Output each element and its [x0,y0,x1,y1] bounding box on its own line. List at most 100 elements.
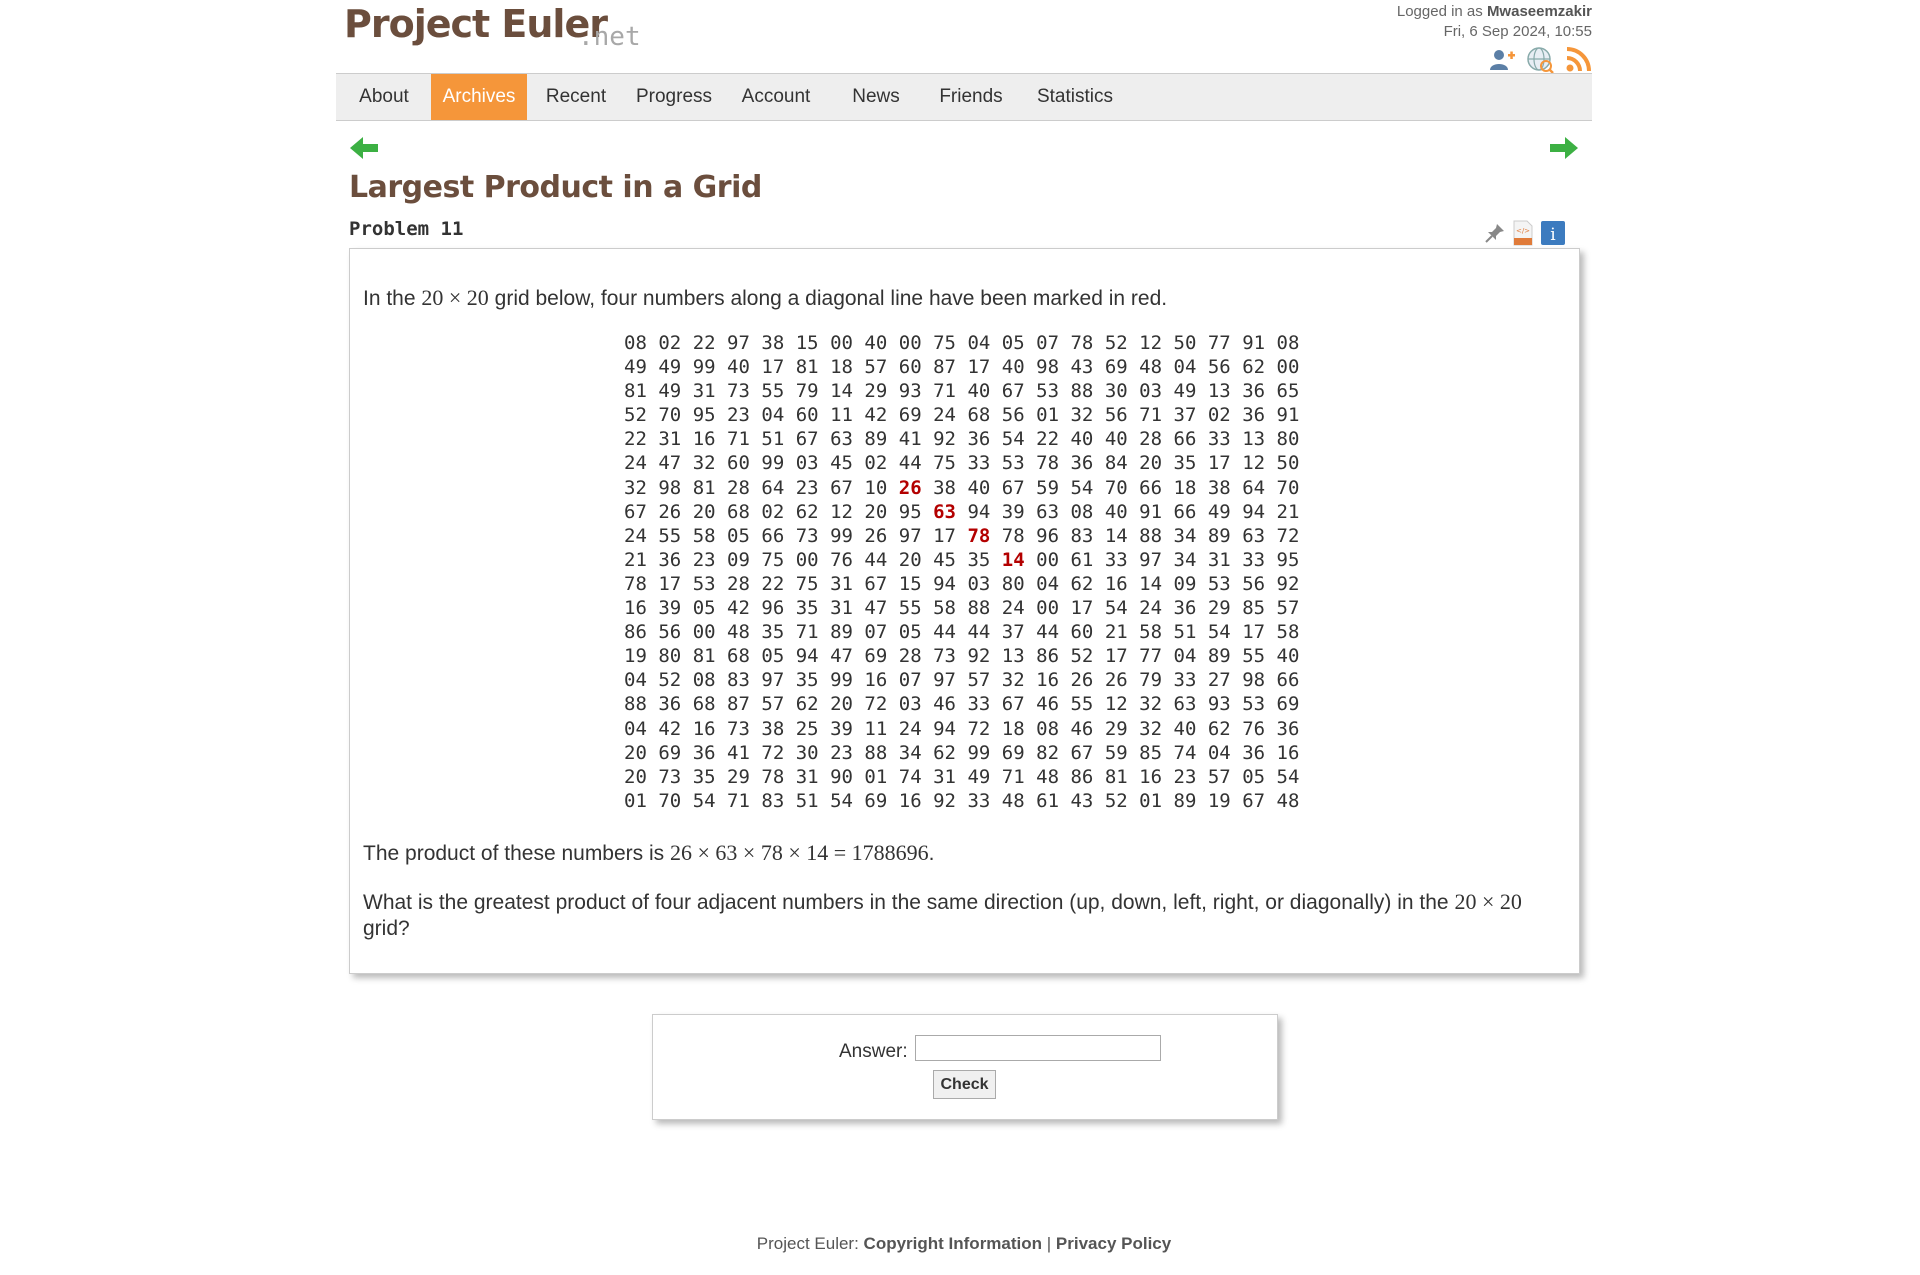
grid-cell: 01 [624,789,647,812]
grid-cell: 45 [933,548,956,571]
privacy-link[interactable]: Privacy Policy [1056,1234,1171,1253]
nav-recent[interactable]: Recent [534,74,618,120]
grid-cell: 88 [967,597,991,620]
grid-cell: 44 [898,452,922,475]
grid-cell: 66 [1139,476,1163,499]
grid-cell: 75 [933,452,956,475]
check-button[interactable]: Check [933,1070,996,1099]
grid-cell: 98 [1036,356,1060,379]
grid-cell: 41 [898,428,922,451]
grid-cell: 34 [1173,548,1197,571]
copyright-link[interactable]: Copyright Information [864,1234,1042,1253]
grid-cell: 32 [1070,404,1094,427]
grid-cell: 07 [1036,332,1060,354]
grid-row: 16 39 05 42 96 35 31 47 55 58 88 24 00 1… [624,596,1299,620]
grid-cell: 35 [795,597,819,620]
svg-text:</>: </> [1516,227,1530,235]
grid-cell: 39 [830,717,853,740]
grid-cell: 05 [898,621,922,644]
next-arrow-icon[interactable] [1548,134,1580,162]
grid-cell: 46 [1036,693,1060,716]
grid-cell: 04 [1207,741,1231,764]
grid-cell: 67 [830,476,853,499]
grid-row: 49 49 99 40 17 81 18 57 60 87 17 40 98 4… [624,355,1299,379]
grid-cell: 62 [933,741,956,764]
grid-cell: 72 [967,717,991,740]
username[interactable]: Mwaseemzakir [1487,3,1592,20]
grid-cell: 89 [830,621,853,644]
grid-cell: 36 [1276,717,1300,740]
grid-cell: 69 [898,404,922,427]
grid-cell: 62 [795,693,819,716]
grid-cell: 53 [692,572,716,595]
grid-cell: 24 [933,404,956,427]
grid-cell: 03 [967,572,991,595]
grid-cell: 54 [1207,621,1231,644]
grid-cell: 88 [1139,524,1163,547]
grid-cell: 59 [1036,476,1060,499]
grid-cell: 97 [727,332,750,354]
grid-cell: 54 [1070,476,1094,499]
previous-arrow-icon[interactable] [348,134,380,162]
grid-cell: 60 [1070,621,1094,644]
grid-cell: 96 [1036,524,1060,547]
pin-icon[interactable] [1484,222,1506,244]
rss-icon[interactable] [1564,46,1592,74]
grid-cell: 29 [864,380,888,403]
grid-cell: 64 [761,476,785,499]
grid-cell: 88 [864,741,888,764]
grid-cell: 28 [727,476,750,499]
grid-cell: 68 [692,693,716,716]
grid-cell: 44 [1036,621,1060,644]
grid-cell: 36 [658,548,682,571]
grid-cell: 71 [933,380,956,403]
grid-cell: 36 [692,741,716,764]
grid-cell: 75 [761,548,785,571]
nav-archives[interactable]: Archives [431,74,527,120]
grid-cell: 00 [692,621,716,644]
nav-statistics[interactable]: Statistics [1018,74,1132,120]
grid-cell: 91 [1242,332,1266,354]
grid-cell: 81 [795,356,819,379]
nav-account[interactable]: Account [730,74,822,120]
grid-cell: 46 [1070,717,1094,740]
svg-text:i: i [1550,225,1556,245]
intro-math: 20 × 20 [421,285,489,310]
nav-news[interactable]: News [831,74,921,120]
nav-progress[interactable]: Progress [624,74,724,120]
globe-icon[interactable] [1526,46,1554,74]
grid-cell: 85 [1242,597,1266,620]
grid-cell: 86 [624,621,647,644]
grid-cell: 77 [1139,645,1163,668]
product-statement: The product of these numbers is 26 × 63 … [363,840,935,866]
problem-tools: </> i [1484,220,1566,246]
grid-cell: 55 [1242,645,1266,668]
nav-friends[interactable]: Friends [926,74,1016,120]
grid-cell: 99 [967,741,991,764]
code-icon[interactable]: </> [1512,220,1534,246]
grid-cell: 96 [761,597,785,620]
grid-cell: 71 [1139,404,1163,427]
grid-cell: 19 [1207,789,1231,812]
grid-cell: 99 [830,524,853,547]
grid-cell: 12 [1242,452,1266,475]
grid-cell: 79 [795,380,819,403]
grid-cell: 79 [1139,669,1163,692]
product-period: . [928,842,935,865]
grid-cell: 70 [658,789,682,812]
product-math: 26 × 63 × 78 × 14 = 1788696 [670,840,929,865]
grid-cell: 37 [1001,621,1025,644]
grid-cell: 92 [933,789,956,812]
grid-cell: 70 [1276,476,1300,499]
grid-cell: 71 [727,789,750,812]
problem-intro: In the 20 × 20 grid below, four numbers … [363,285,1167,311]
add-friend-icon[interactable] [1488,46,1516,74]
answer-input[interactable] [915,1035,1161,1061]
grid-cell: 26 [1104,669,1128,692]
nav-about[interactable]: About [344,74,424,120]
info-icon[interactable]: i [1540,220,1566,246]
grid-cell: 55 [761,380,785,403]
grid-cell: 38 [1207,476,1231,499]
grid-cell: 36 [658,693,682,716]
grid-cell: 24 [624,524,647,547]
